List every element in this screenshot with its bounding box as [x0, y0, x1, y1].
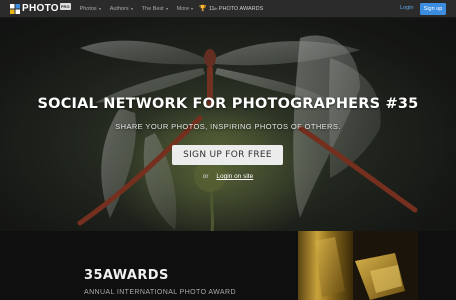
hero-subtitle: SHARE YOUR PHOTOS, INSPIRING PHOTOS OF O… [115, 122, 341, 131]
main-menu: Photos Authors The Best More [80, 6, 203, 12]
login-on-site-link[interactable]: Login on site [216, 173, 253, 180]
hero-banner: SOCIAL NETWORK FOR PHOTOGRAPHERS #35 SHA… [0, 18, 456, 231]
chevron-down-icon [191, 7, 194, 10]
pro-badge: PRO [59, 3, 71, 10]
hero-title: SOCIAL NETWORK FOR PHOTOGRAPHERS #35 [37, 96, 419, 112]
chevron-down-icon [165, 7, 168, 10]
menu-photos[interactable]: Photos [80, 6, 101, 12]
menu-more[interactable]: More [177, 6, 194, 12]
chevron-down-icon [130, 7, 133, 10]
login-link[interactable]: Login [400, 5, 413, 11]
awards-subtitle: ANNUAL INTERNATIONAL PHOTO AWARD [84, 289, 236, 296]
chevron-down-icon [98, 7, 101, 10]
signup-button[interactable]: Sign up [420, 3, 446, 15]
awards-section: 35AWARDS ANNUAL INTERNATIONAL PHOTO AWAR… [0, 231, 456, 300]
camera-logo-icon [10, 3, 20, 14]
top-navbar: PHOTO PRO Photos Authors The Best More 🏆… [0, 0, 456, 18]
menu-the-best[interactable]: The Best [142, 6, 168, 12]
menu-the-best-label: The Best [141, 5, 164, 12]
awards-title[interactable]: 35AWARDS [84, 268, 169, 283]
trophy-icon: 🏆 [199, 6, 207, 12]
site-logo[interactable]: PHOTO PRO [10, 0, 71, 18]
photo-awards-link[interactable]: 🏆 11th PHOTO AWARDS [199, 5, 264, 13]
menu-photos-label: Photos [79, 5, 97, 12]
menu-authors[interactable]: Authors [110, 6, 133, 12]
awards-label: PHOTO AWARDS [217, 5, 264, 12]
or-text: or [202, 173, 209, 180]
signup-free-button[interactable]: SIGN UP FOR FREE [172, 145, 283, 165]
logo-text: PHOTO [22, 3, 59, 14]
hero-login-line: or Login on site [0, 173, 456, 180]
menu-more-label: More [176, 5, 190, 12]
menu-authors-label: Authors [109, 5, 129, 12]
